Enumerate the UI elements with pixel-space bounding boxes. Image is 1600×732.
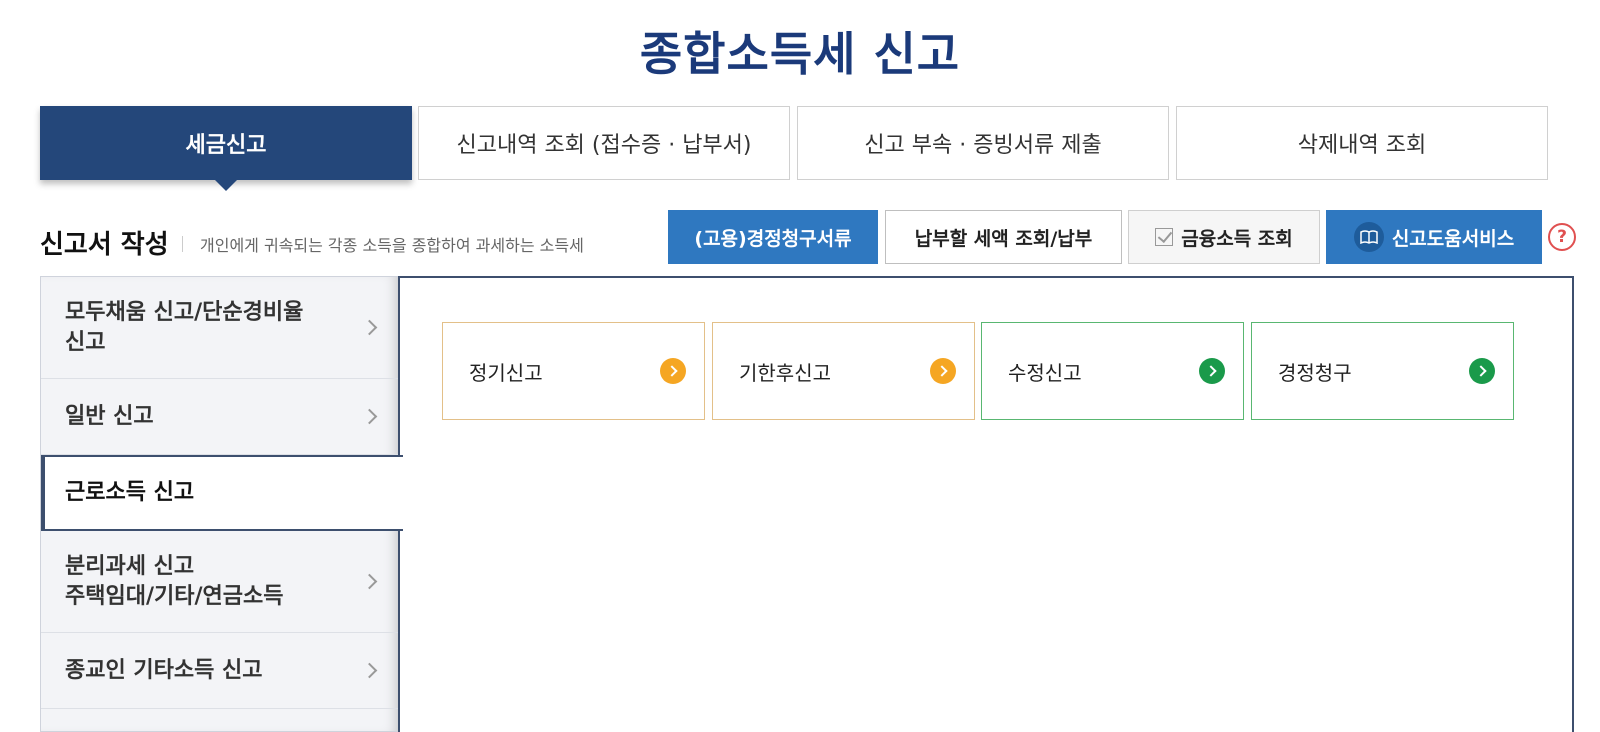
section-header: 신고서 작성 개인에게 귀속되는 각종 소득을 종합하여 과세하는 소득세 (고… (40, 210, 1576, 266)
arrow-right-icon (930, 358, 956, 384)
chevron-right-icon (361, 319, 378, 335)
amended-filing-card[interactable]: 수정신고 (981, 322, 1244, 420)
arrow-right-icon (1199, 358, 1225, 384)
sidebar-menu: 모두채움 신고/단순경비율 신고 일반 신고 근로소득 신고 분리과세 신고 주… (40, 276, 403, 732)
help-question-icon[interactable]: ? (1548, 223, 1576, 251)
tax-payment-label: 납부할 세액 조회/납부 (914, 227, 1093, 250)
help-service-button[interactable]: 신고도움서비스 (1326, 210, 1542, 264)
checkbox-icon (1155, 228, 1174, 246)
tab-attached-documents[interactable]: 신고 부속 · 증빙서류 제출 (797, 106, 1169, 180)
sidebar-item-earned-income-filing[interactable]: 근로소득 신고 (41, 455, 403, 531)
regular-filing-card[interactable]: 정기신고 (442, 322, 705, 420)
main-panel: 정기신고 기한후신고 수정신고 경정청구 (398, 276, 1574, 732)
financial-income-label: 금융소득 조회 (1181, 227, 1293, 250)
financial-income-button[interactable]: 금융소득 조회 (1128, 210, 1320, 264)
sidebar-item-separate-taxation[interactable]: 분리과세 신고 주택임대/기타/연금소득 (41, 531, 401, 633)
section-title: 신고서 작성 (40, 230, 169, 260)
refund-claim-card[interactable]: 경정청구 (1251, 322, 1514, 420)
claim-documents-button[interactable]: (고용)경정청구서류 (668, 210, 878, 264)
sidebar-item-label: 모두채움 신고/단순경비율 신고 (65, 299, 304, 355)
tab-tax-filing[interactable]: 세금신고 (40, 106, 412, 191)
late-filing-card[interactable]: 기한후신고 (712, 322, 975, 420)
card-label: 수정신고 (1008, 360, 1082, 385)
chevron-right-icon (361, 573, 378, 589)
chevron-right-icon (361, 408, 378, 424)
help-service-label: 신고도움서비스 (1391, 227, 1515, 250)
sidebar-item-label: 종교인 기타소득 신고 (65, 657, 263, 683)
sidebar-item-label: 근로소득 신고 (65, 480, 195, 505)
tab-deleted-history[interactable]: 삭제내역 조회 (1176, 106, 1548, 180)
sidebar-item-prefilled-filing[interactable]: 모두채움 신고/단순경비율 신고 (41, 277, 401, 379)
section-description: 개인에게 귀속되는 각종 소득을 종합하여 과세하는 소득세 (200, 236, 584, 255)
main-tabs: 세금신고 신고내역 조회 (접수증 · 납부서) 신고 부속 · 증빙서류 제출… (40, 106, 1576, 191)
tax-payment-button[interactable]: 납부할 세액 조회/납부 (885, 210, 1122, 264)
section-divider (182, 236, 183, 252)
sidebar-item-label: 분리과세 신고 주택임대/기타/연금소득 (65, 553, 284, 609)
book-icon (1353, 222, 1384, 252)
card-label: 기한후신고 (739, 360, 831, 385)
card-label: 경정청구 (1278, 360, 1352, 385)
chevron-right-icon (361, 662, 378, 678)
arrow-right-icon (660, 358, 686, 384)
page-title: 종합소득세 신고 (639, 27, 961, 81)
claim-documents-label: (고용)경정청구서류 (694, 227, 852, 250)
sidebar-item-label: 일반 신고 (65, 403, 154, 429)
tab-filing-history[interactable]: 신고내역 조회 (접수증 · 납부서) (418, 106, 790, 180)
sidebar-item-religious-income[interactable]: 종교인 기타소득 신고 (41, 633, 401, 709)
arrow-right-icon (1469, 358, 1495, 384)
sidebar-item-general-filing[interactable]: 일반 신고 (41, 379, 401, 455)
card-label: 정기신고 (469, 360, 543, 385)
